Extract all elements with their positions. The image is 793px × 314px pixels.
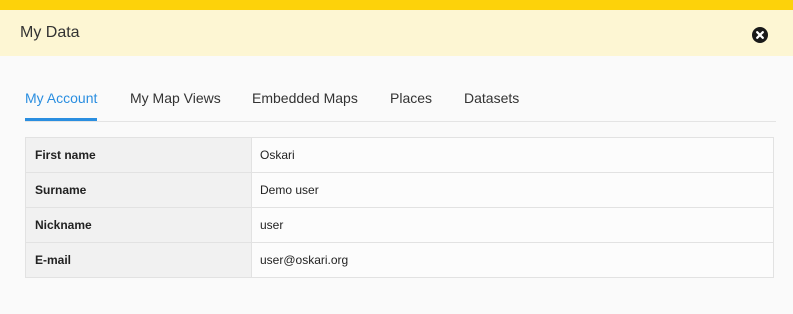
table-row: Surname Demo user xyxy=(25,172,774,208)
panel-title: My Data xyxy=(20,24,80,41)
field-value: Oskari xyxy=(251,137,774,173)
table-row: Nickname user xyxy=(25,207,774,243)
field-value: user@oskari.org xyxy=(251,242,774,278)
field-label: E-mail xyxy=(25,242,252,278)
close-icon xyxy=(756,31,764,39)
tab-bar: My Account My Map Views Embedded Maps Pl… xyxy=(25,84,776,122)
table-row: E-mail user@oskari.org xyxy=(25,242,774,278)
field-value: Demo user xyxy=(251,172,774,208)
active-tab-indicator xyxy=(25,118,97,121)
top-accent-stripe xyxy=(0,0,793,10)
tab-my-account[interactable]: My Account xyxy=(25,90,97,106)
panel-header: My Data xyxy=(0,10,793,56)
tab-my-map-views[interactable]: My Map Views xyxy=(130,90,221,106)
tab-embedded-maps[interactable]: Embedded Maps xyxy=(252,90,358,106)
tab-places[interactable]: Places xyxy=(390,90,432,106)
close-button[interactable] xyxy=(752,27,768,43)
field-label: Surname xyxy=(25,172,252,208)
field-label: Nickname xyxy=(25,207,252,243)
table-row: First name Oskari xyxy=(25,137,774,173)
field-value: user xyxy=(251,207,774,243)
field-label: First name xyxy=(25,137,252,173)
tab-datasets[interactable]: Datasets xyxy=(464,90,519,106)
my-data-panel: My Data My Account My Map Views Embedded… xyxy=(0,0,793,314)
account-details-table: First name Oskari Surname Demo user Nick… xyxy=(25,137,774,278)
